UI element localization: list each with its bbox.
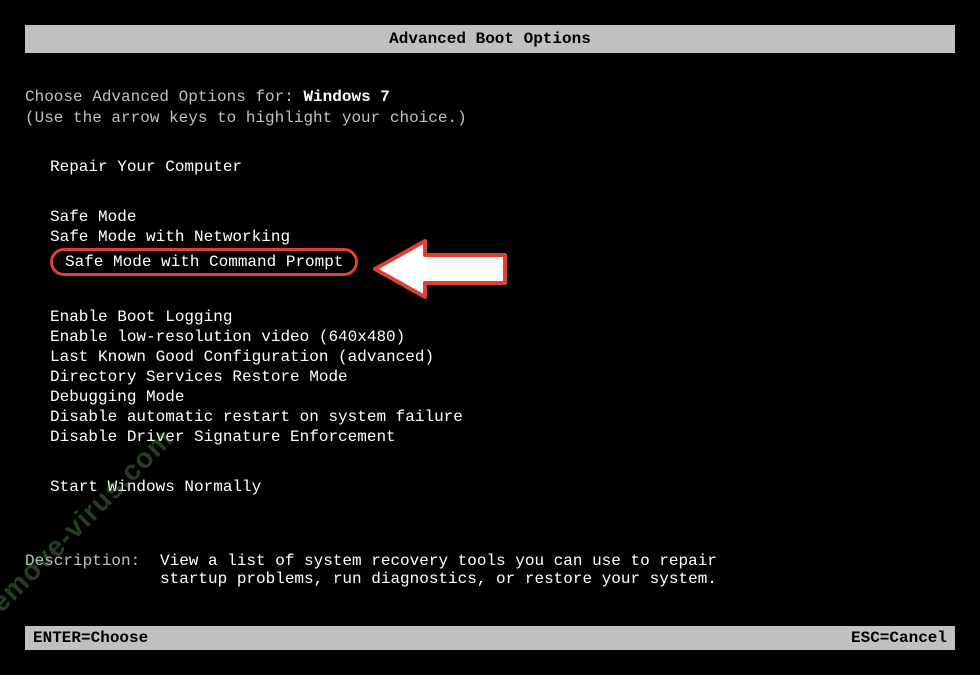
option-enable-boot-logging[interactable]: Enable Boot Logging xyxy=(50,307,955,327)
group-normal: Start Windows Normally xyxy=(25,477,955,497)
footer-bar: ENTER=Choose ESC=Cancel xyxy=(25,626,955,650)
description-line-2: startup problems, run diagnostics, or re… xyxy=(160,570,717,588)
group-advanced: Enable Boot Logging Enable low-resolutio… xyxy=(25,307,955,447)
description-line-1: View a list of system recovery tools you… xyxy=(160,552,717,570)
footer-enter: ENTER=Choose xyxy=(33,629,148,647)
option-safe-mode-networking[interactable]: Safe Mode with Networking xyxy=(50,227,955,247)
option-safe-mode-command-prompt[interactable]: Safe Mode with Command Prompt xyxy=(50,247,955,277)
header-prefix: Choose Advanced Options for: xyxy=(25,88,303,106)
footer-esc: ESC=Cancel xyxy=(851,629,947,647)
option-safe-mode[interactable]: Safe Mode xyxy=(50,207,955,227)
option-last-known-good-config[interactable]: Last Known Good Configuration (advanced) xyxy=(50,347,955,367)
option-directory-services-restore[interactable]: Directory Services Restore Mode xyxy=(50,367,955,387)
option-disable-auto-restart[interactable]: Disable automatic restart on system fail… xyxy=(50,407,955,427)
description-text: View a list of system recovery tools you… xyxy=(160,552,717,588)
option-enable-low-res-video[interactable]: Enable low-resolution video (640x480) xyxy=(50,327,955,347)
group-repair: Repair Your Computer xyxy=(25,157,955,177)
content-area: Choose Advanced Options for: Windows 7 (… xyxy=(0,53,980,588)
group-safe-mode: Safe Mode Safe Mode with Networking Safe… xyxy=(25,207,955,277)
option-highlighted-label: Safe Mode with Command Prompt xyxy=(50,248,358,276)
header-line-2: (Use the arrow keys to highlight your ch… xyxy=(25,109,955,127)
option-start-windows-normally[interactable]: Start Windows Normally xyxy=(50,477,955,497)
os-name: Windows 7 xyxy=(303,88,389,106)
title-bar: Advanced Boot Options xyxy=(25,25,955,53)
title-text: Advanced Boot Options xyxy=(389,30,591,48)
option-debugging-mode[interactable]: Debugging Mode xyxy=(50,387,955,407)
option-repair-your-computer[interactable]: Repair Your Computer xyxy=(50,157,955,177)
description-row: Description: View a list of system recov… xyxy=(25,552,955,588)
header-line-1: Choose Advanced Options for: Windows 7 xyxy=(25,88,955,106)
description-label: Description: xyxy=(25,552,160,588)
option-disable-driver-sig-enforce[interactable]: Disable Driver Signature Enforcement xyxy=(50,427,955,447)
